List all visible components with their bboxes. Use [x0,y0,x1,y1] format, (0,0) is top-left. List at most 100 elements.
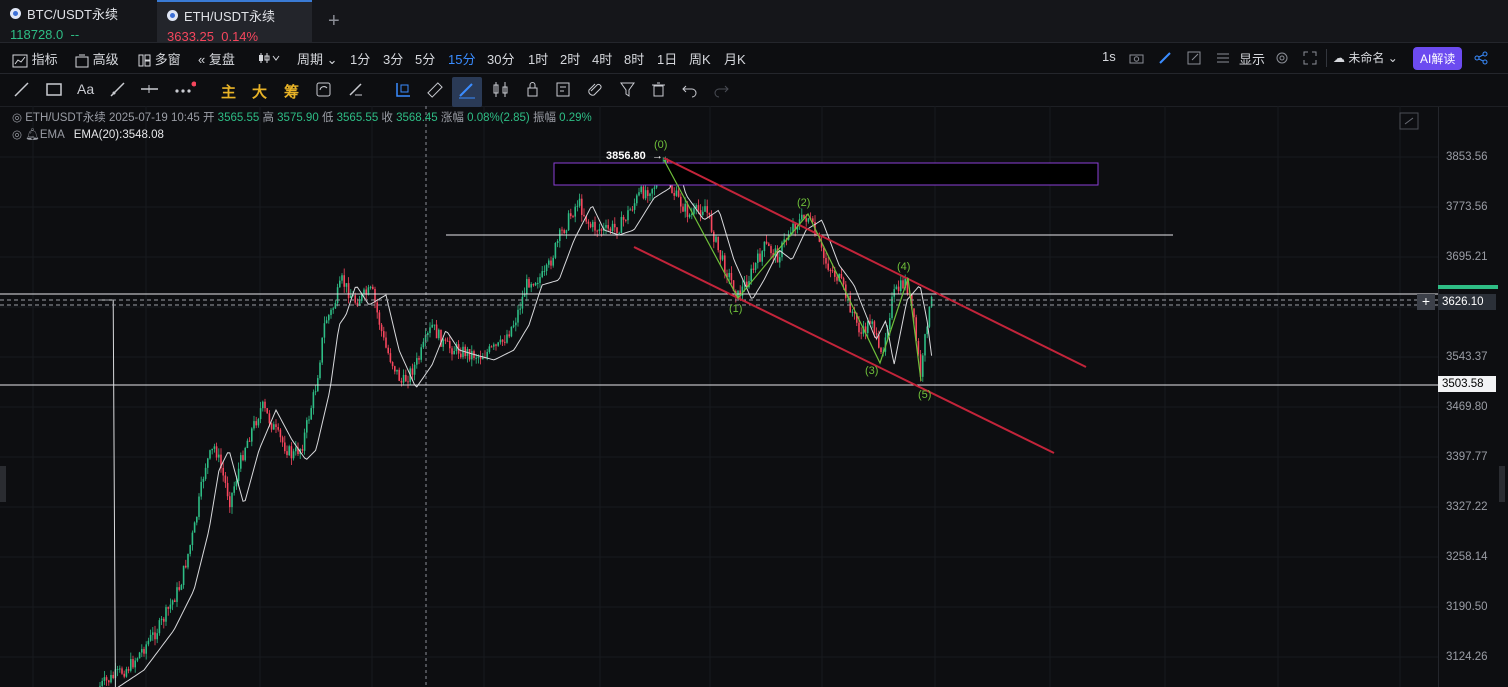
list-icon[interactable] [1216,49,1230,64]
period-dropdown[interactable]: 周期 ⌄ [297,49,338,68]
brush-tool-icon[interactable] [452,77,482,107]
note-icon[interactable] [555,81,572,102]
interval-1h[interactable]: 1时 [528,49,548,68]
camera-icon[interactable] [1129,49,1144,64]
interval-3m[interactable]: 3分 [383,49,403,68]
candle-body [213,446,216,449]
horizontal-line-tool-icon[interactable] [140,81,159,102]
right-collapse-handle[interactable] [1499,466,1505,502]
add-alert-button[interactable]: + [1417,294,1435,310]
indicators-button[interactable]: 指标 [12,49,58,68]
big-order-toggle[interactable]: 大 [252,81,267,102]
share-icon[interactable] [1474,49,1488,65]
candle-body [141,649,143,653]
candle-body [242,455,244,461]
interval-1mo[interactable]: 月K [724,49,746,68]
candle-body [149,634,152,641]
candle-body [295,447,297,452]
candles-tool-icon[interactable] [492,81,510,102]
interval-1w[interactable]: 周K [689,49,711,68]
pencil-icon[interactable] [1158,49,1172,65]
interval-1d[interactable]: 1日 [657,49,677,68]
trash-icon[interactable] [650,81,667,102]
ai-interpret-button[interactable]: AI解读 [1413,47,1463,70]
supply-zone-box[interactable] [553,162,1099,186]
interval-5m[interactable]: 5分 [415,49,435,68]
candle-body [119,668,121,670]
candle-body [673,193,675,196]
collapse-icon[interactable]: ◎ [12,112,22,124]
interval-15m[interactable]: 15分 [448,49,475,68]
channel-upper-line[interactable] [663,157,1087,368]
interval-8h[interactable]: 8时 [624,49,644,68]
candle-body [829,269,832,271]
candle-body [108,680,110,683]
channel-lower-line[interactable] [633,246,1055,454]
settings-icon[interactable] [1275,49,1289,65]
clip-icon[interactable] [587,81,604,102]
candle-body [517,309,519,323]
candle-type-icon [259,52,280,63]
candle-body [290,446,293,459]
interval-30m[interactable]: 30分 [487,49,514,68]
sync-icon[interactable] [315,81,332,102]
candle-body [583,214,585,216]
collapse-icon[interactable]: ◎ [12,129,22,141]
layout-dropdown[interactable]: ☁ 未命名 ⌄ [1333,49,1398,66]
add-tab-icon[interactable]: + [328,10,340,33]
undo-icon[interactable] [681,81,698,102]
candle-body [369,286,372,288]
filter-icon[interactable] [619,81,636,102]
left-collapse-handle[interactable] [0,466,6,502]
candle-body [728,272,730,278]
candle-body [328,315,330,321]
tab-eth[interactable]: ETH/USDT永续 3633.25 0.14% [157,0,312,44]
redo-icon[interactable] [713,81,730,102]
candle-body [543,271,546,273]
interval-2h[interactable]: 2时 [560,49,580,68]
eraser-icon[interactable] [347,81,364,102]
text-tool[interactable]: Aa [77,81,94,97]
tab-bar: BTC/USDT永续 118728.0 -- ETH/USDT永续 3633.2… [0,0,1508,44]
interval-4h[interactable]: 4时 [592,49,612,68]
rectangle-tool-icon[interactable] [45,81,62,102]
chart-settings-icon[interactable] [1399,112,1419,130]
multi-window-button[interactable]: 多窗 [138,49,181,68]
ruler-icon[interactable] [426,81,443,102]
chart-type-button[interactable] [258,49,280,64]
candle-body [257,419,260,426]
candle-body [167,607,169,609]
candle-body [486,351,488,358]
interval-1m[interactable]: 1分 [350,49,370,68]
candle-body [435,324,438,339]
popout-icon[interactable] [1187,49,1201,65]
advanced-button[interactable]: 高级 [75,49,119,68]
bell-icon[interactable]: 🔔︎ [25,129,40,141]
refresh-rate[interactable]: 1s [1102,49,1116,64]
price-axis[interactable] [1438,107,1508,687]
tab-btc[interactable]: BTC/USDT永续 118728.0 -- [0,0,155,42]
candle-body [134,660,136,668]
candle-body [501,339,504,342]
main-indicator-toggle[interactable]: 主 [221,81,236,102]
fullscreen-icon[interactable] [1303,49,1317,65]
candle-body [510,326,513,337]
magnet-tool-icon[interactable] [395,81,412,102]
candle-body [717,236,719,251]
candle-body [343,275,345,287]
candle-body [301,448,304,451]
price-tick: 3773.56 [1446,201,1488,213]
candle-body [262,401,264,409]
chips-toggle[interactable]: 筹 [284,81,299,102]
candlestick-chart[interactable]: 3856.80 → (0) (1) (2) (3) (4) (5) [0,106,1438,687]
candle-body [127,669,130,671]
wave-label-1: (1) [729,303,742,315]
candle-body [754,262,757,270]
more-tools-icon[interactable] [174,81,197,102]
lock-icon[interactable] [524,81,541,102]
display-button[interactable]: 显示 [1239,49,1265,68]
line-tool-icon[interactable] [13,81,30,102]
ray-tool-icon[interactable] [109,81,126,102]
replay-button[interactable]: « 复盘 [198,49,235,68]
candle-body [427,332,429,336]
